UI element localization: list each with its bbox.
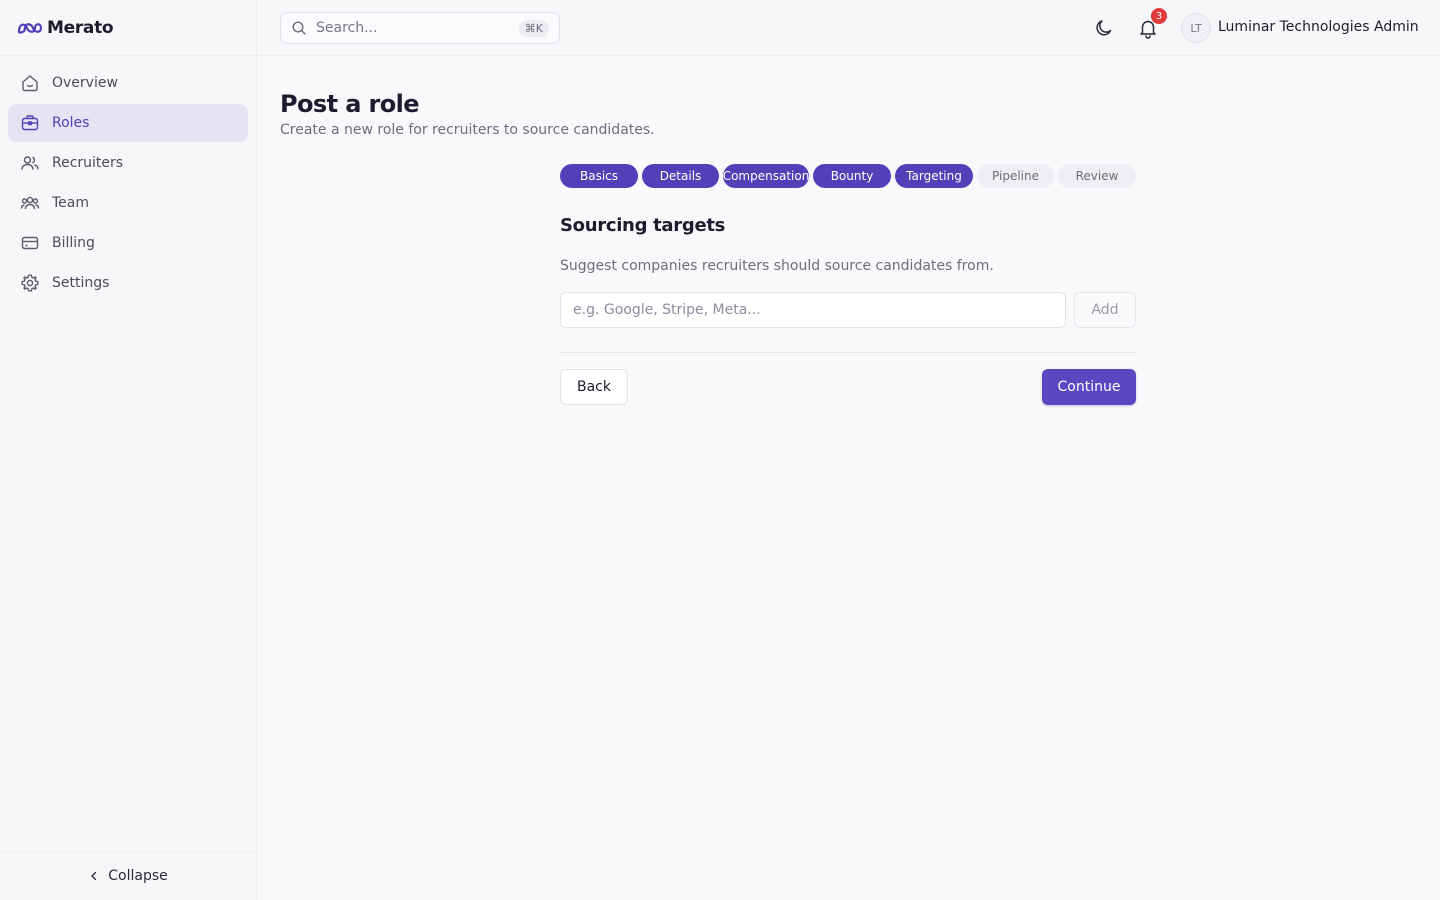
sidebar: Merato Overview Roles Recruiters Team Bi…: [0, 0, 257, 900]
avatar[interactable]: LT: [1181, 13, 1211, 43]
collapse-sidebar-button[interactable]: Collapse: [0, 851, 256, 900]
search-input[interactable]: [316, 20, 506, 36]
step-indicator: Basics Details Compensation Bounty Targe…: [560, 164, 1136, 188]
merato-logo-icon: [17, 22, 43, 34]
notification-badge: 3: [1151, 8, 1167, 24]
section-title: Sourcing targets: [560, 215, 726, 236]
credit-card-icon: [21, 236, 39, 250]
page-subtitle: Create a new role for recruiters to sour…: [280, 122, 655, 138]
sidebar-item-label: Overview: [52, 75, 118, 91]
sidebar-item-overview[interactable]: Overview: [8, 64, 248, 102]
sidebar-item-label: Billing: [52, 235, 95, 251]
divider: [560, 352, 1136, 353]
chevron-left-icon: [91, 871, 97, 881]
home-icon: [22, 75, 38, 92]
brand-name: Merato: [47, 17, 114, 38]
sourcing-target-input[interactable]: [560, 292, 1066, 328]
sidebar-item-recruiters[interactable]: Recruiters: [8, 144, 248, 182]
add-target-button[interactable]: Add: [1074, 292, 1136, 328]
step-bounty[interactable]: Bounty: [813, 164, 891, 188]
users-icon: [21, 156, 39, 170]
search-icon: [292, 21, 306, 35]
page-title: Post a role: [280, 90, 420, 118]
sidebar-item-label: Roles: [52, 115, 90, 131]
continue-button[interactable]: Continue: [1042, 369, 1136, 405]
section-description: Suggest companies recruiters should sour…: [560, 258, 994, 274]
collapse-label: Collapse: [108, 868, 168, 884]
search-shortcut: ⌘K: [518, 20, 549, 37]
sidebar-item-label: Settings: [52, 275, 110, 291]
brand[interactable]: Merato: [0, 0, 256, 56]
sidebar-nav: Overview Roles Recruiters Team Billing S…: [0, 56, 256, 302]
step-review[interactable]: Review: [1058, 164, 1136, 188]
step-compensation[interactable]: Compensation: [723, 164, 809, 188]
sidebar-item-label: Recruiters: [52, 155, 124, 171]
topbar: ⌘K 3 LT Luminar Technologies Admin: [257, 0, 1440, 56]
search-box[interactable]: ⌘K: [280, 12, 560, 44]
back-button[interactable]: Back: [560, 369, 628, 405]
user-name[interactable]: Luminar Technologies Admin: [1218, 19, 1419, 35]
sidebar-item-billing[interactable]: Billing: [8, 224, 248, 262]
step-pipeline[interactable]: Pipeline: [977, 164, 1054, 188]
step-targeting[interactable]: Targeting: [895, 164, 973, 188]
briefcase-icon: [21, 115, 39, 131]
sidebar-item-team[interactable]: Team: [8, 184, 248, 222]
team-icon: [20, 196, 40, 210]
sidebar-item-settings[interactable]: Settings: [8, 264, 248, 302]
gear-icon: [21, 274, 39, 292]
sidebar-item-label: Team: [52, 195, 90, 211]
moon-icon[interactable]: [1093, 17, 1115, 39]
step-basics[interactable]: Basics: [560, 164, 638, 188]
step-details[interactable]: Details: [642, 164, 719, 188]
sidebar-item-roles[interactable]: Roles: [8, 104, 248, 142]
